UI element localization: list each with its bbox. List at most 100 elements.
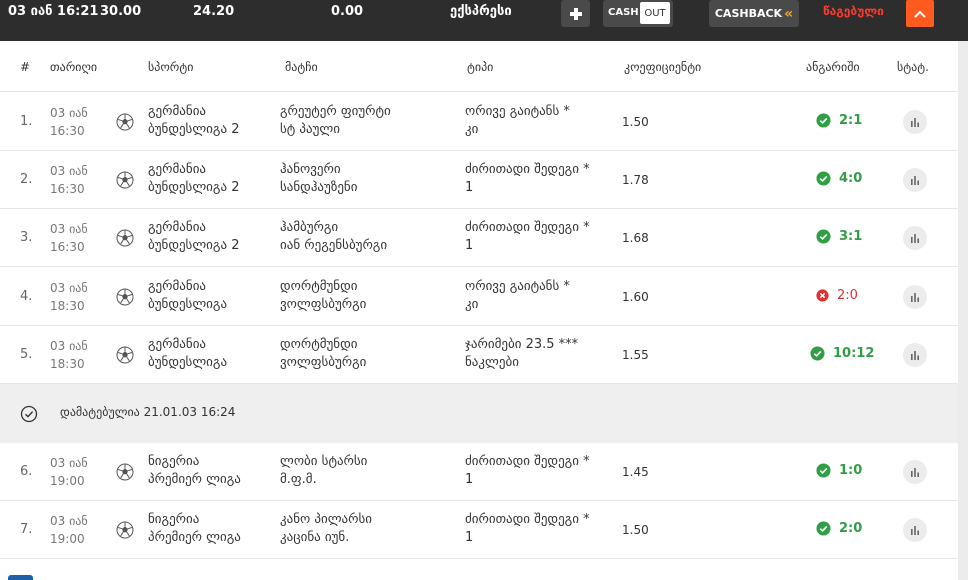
odd-value: 1.60: [622, 290, 649, 304]
win-check-icon: [816, 463, 831, 478]
stats-button[interactable]: [903, 226, 927, 250]
score-value: 10:12: [833, 346, 875, 361]
match-teams[interactable]: ჰამბურგი იან რეგენსბურგი: [280, 219, 387, 255]
football-icon: [116, 521, 134, 539]
header-date: თარიღი: [50, 60, 98, 74]
plus-button[interactable]: [561, 0, 590, 27]
bet-stake: 30.00: [100, 4, 142, 19]
bottom-tab-button[interactable]: [8, 575, 33, 580]
stats-button[interactable]: [903, 343, 927, 367]
row-number: 3.: [20, 230, 33, 245]
win-check-icon: [810, 346, 825, 361]
bet-market: ძირითადი შედეგი * 1: [465, 220, 590, 253]
bar-chart-icon: [909, 291, 921, 303]
bet-market: ძირითადი შედეგი * 1: [465, 162, 590, 195]
match-teams[interactable]: ლობი სტარსი მ.ფ.მ.: [280, 453, 367, 489]
odd-value: 1.45: [622, 465, 649, 479]
table-header: # თარიღი სპორტი მატჩი ტიპი კოეფიციენტი ა…: [0, 41, 958, 92]
bet-win: 0.00: [331, 4, 364, 19]
row-number: 5.: [20, 347, 33, 362]
out-label: OUT: [640, 2, 670, 24]
match-teams[interactable]: გრეუტერ ფიურტი სტ პაული: [280, 103, 391, 139]
bar-chart-icon: [909, 116, 921, 128]
cash-label: CASH: [608, 7, 639, 18]
football-icon: [116, 229, 134, 247]
cashback-button[interactable]: CASHBACK «: [709, 0, 799, 27]
header-sport: სპორტი: [148, 60, 194, 74]
bar-chart-icon: [909, 174, 921, 186]
sport-league: ნიგერია პრემიერ ლიგა: [148, 454, 241, 487]
table-row: 5. 03 იან 18:30 გერმანია ბუნდესლიგა დორტმუ…: [0, 326, 958, 384]
bar-chart-icon: [909, 524, 921, 536]
event-date: 03 იან 18:30: [50, 339, 88, 371]
chevron-up-icon: [914, 10, 926, 18]
table-row: 7. 03 იან 19:00 ნიგერია პრემიერ ლიგა კანო …: [0, 501, 958, 559]
match-score: 1:0: [816, 463, 862, 478]
match-score: 3:1: [816, 229, 862, 244]
header-stat: სტატ.: [897, 60, 929, 74]
football-icon: [116, 288, 134, 306]
match-teams[interactable]: დორტმუნდი ვოლფსბურგი: [280, 336, 366, 372]
odd-value: 1.50: [622, 523, 649, 537]
score-value: 3:1: [839, 229, 863, 244]
stats-button[interactable]: [903, 460, 927, 484]
added-timestamp: დამატებულია 21.01.03 16:24: [60, 405, 236, 419]
bet-market: ძირითადი შედეგი * 1: [465, 512, 590, 545]
loss-x-icon: [816, 289, 829, 302]
cashback-label: CASHBACK: [714, 7, 783, 20]
score-value: 2:1: [839, 113, 863, 128]
football-icon: [116, 171, 134, 189]
match-score: 2:1: [816, 113, 862, 128]
header-type: ტიპი: [467, 60, 494, 74]
win-check-icon: [816, 113, 831, 128]
header-odd: კოეფიციენტი: [624, 60, 702, 74]
stats-button[interactable]: [903, 285, 927, 309]
match-score: 10:12: [810, 346, 874, 361]
stats-button[interactable]: [903, 168, 927, 192]
football-icon: [116, 463, 134, 481]
odd-value: 1.68: [622, 231, 649, 245]
sport-league: გერმანია ბუნდესლიგა: [148, 279, 228, 312]
bet-market: ორივე გაიტანს * კი: [465, 279, 570, 312]
bar-chart-icon: [909, 466, 921, 478]
event-date: 03 იან 19:00: [50, 456, 88, 488]
match-teams[interactable]: დორტმუნდი ვოლფსბურგი: [280, 278, 366, 314]
bar-chart-icon: [909, 232, 921, 244]
cashout-toggle[interactable]: CASH OUT: [603, 0, 673, 27]
match-teams[interactable]: ჰანოვერი სანდჰაუზენი: [280, 161, 357, 197]
bet-details-panel: # თარიღი სპორტი მატჩი ტიპი კოეფიციენტი ა…: [0, 41, 958, 580]
check-circle-icon: [20, 405, 38, 423]
double-chevron-icon: «: [784, 5, 794, 22]
bet-market: ორივე გაიტანს * კი: [465, 104, 570, 137]
stats-button[interactable]: [903, 518, 927, 542]
bet-datetime: 03 იან 16:21: [8, 4, 99, 19]
event-date: 03 იან 16:30: [50, 106, 88, 138]
bet-payout: 24.20: [193, 4, 235, 19]
header-num: #: [20, 60, 31, 74]
match-score: 4:0: [816, 171, 862, 186]
plus-icon: [569, 7, 582, 20]
row-number: 2.: [20, 172, 33, 187]
event-date: 03 იან 16:30: [50, 164, 88, 196]
odd-value: 1.50: [622, 115, 649, 129]
row-number: 1.: [20, 114, 33, 129]
event-date: 03 იან 19:00: [50, 514, 88, 546]
sport-league: გერმანია ბუნდესლიგა: [148, 337, 228, 370]
score-value: 2:0: [839, 521, 863, 536]
row-number: 6.: [20, 464, 33, 479]
football-icon: [116, 113, 134, 131]
bet-market: ძირითადი შედეგი * 1: [465, 454, 590, 487]
bet-type: ექსპრესი: [450, 4, 512, 19]
score-value: 4:0: [839, 171, 863, 186]
sport-league: გერმანია ბუნდესლიგა 2: [148, 104, 240, 137]
stats-button[interactable]: [903, 110, 927, 134]
event-date: 03 იან 18:30: [50, 281, 88, 313]
match-teams[interactable]: კანო პილარსი კაცინა იუნ.: [280, 511, 372, 547]
bet-status: წაგებული: [823, 4, 884, 18]
row-number: 7.: [20, 522, 33, 537]
table-row: 2. 03 იან 16:30 გერმანია ბუნდესლიგა 2 ჰანო…: [0, 151, 958, 209]
header-result: ანგარიში: [806, 60, 860, 74]
bet-market: ჯარიმები 23.5 *** ნაკლები: [465, 337, 579, 370]
odd-value: 1.55: [622, 348, 649, 362]
collapse-button[interactable]: [906, 0, 934, 27]
